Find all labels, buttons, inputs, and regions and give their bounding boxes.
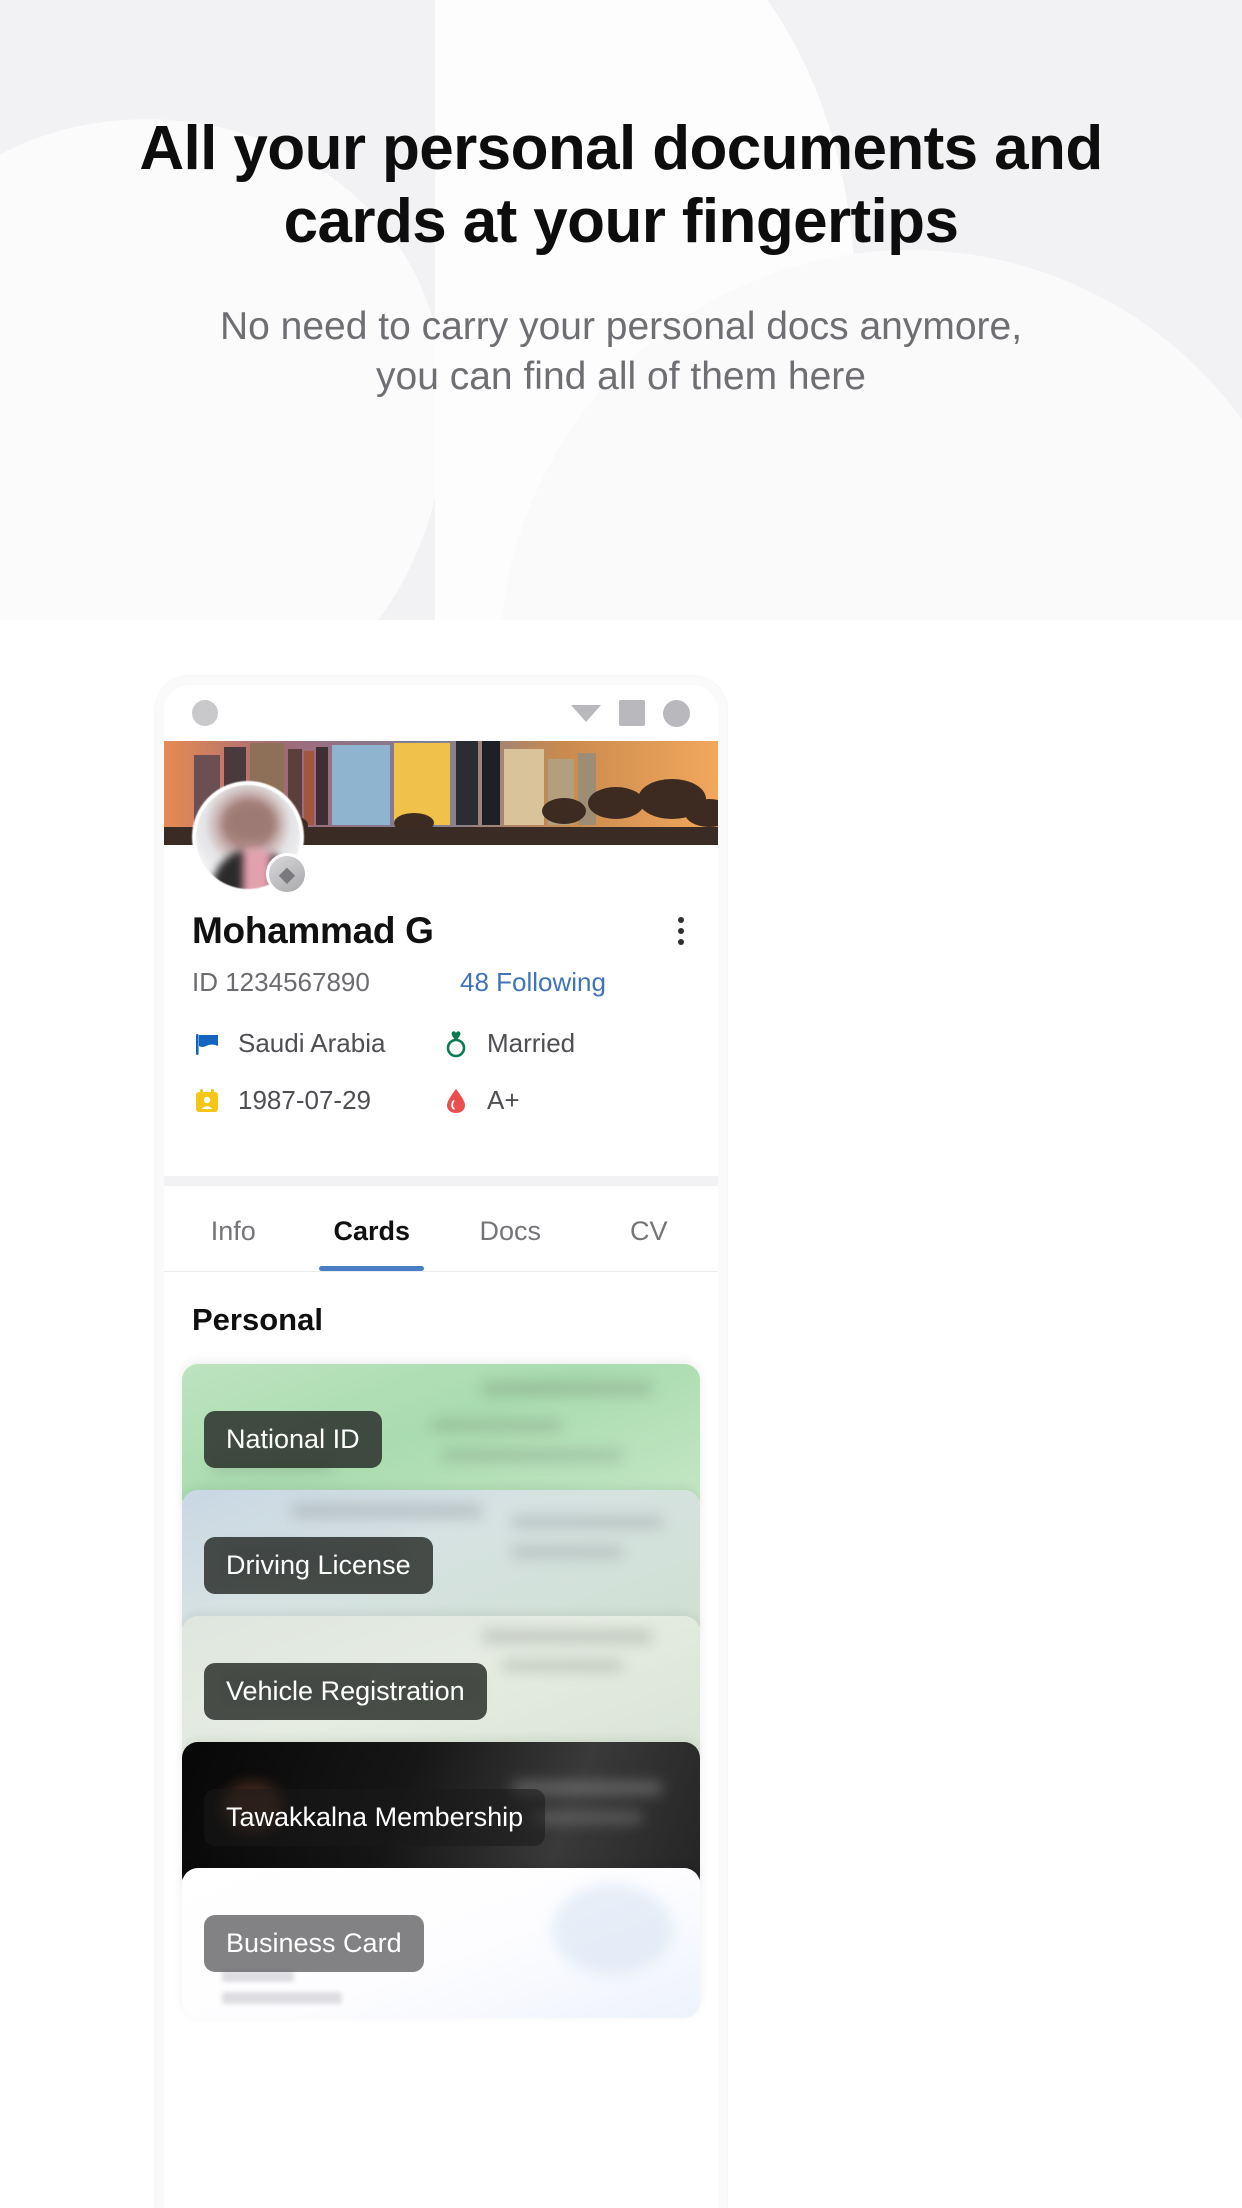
card-label: National ID — [204, 1410, 382, 1468]
profile-card: ◆ Mohammad G ID 1234567890 48 Following — [164, 781, 718, 1176]
blood-drop-icon — [441, 1086, 471, 1116]
section-heading: Personal — [192, 1302, 323, 1337]
following-link[interactable]: 48 Following — [460, 967, 606, 998]
placeholder-line — [222, 1970, 294, 1982]
card-label: Driving License — [204, 1536, 433, 1594]
card-label: Vehicle Registration — [204, 1662, 487, 1720]
kebab-menu-icon[interactable] — [672, 909, 690, 953]
camera-dot-icon — [192, 700, 218, 726]
tab-docs[interactable]: Docs — [441, 1186, 580, 1271]
fact-nationality: Saudi Arabia — [192, 1028, 441, 1059]
page-title: Mohammad G — [192, 910, 434, 951]
fact-row: 1987-07-29 A+ — [192, 1085, 690, 1116]
kebab-dot — [678, 928, 684, 934]
tab-cards[interactable]: Cards — [303, 1186, 442, 1271]
kebab-dot — [678, 939, 684, 945]
page-headline: All your personal documents and cards at… — [139, 114, 1103, 257]
circle-icon — [663, 699, 690, 727]
flag-icon — [192, 1029, 222, 1059]
tab-cv[interactable]: CV — [580, 1186, 719, 1271]
tab-bar: Info Cards Docs CV — [164, 1186, 718, 1272]
section-divider — [164, 1176, 718, 1186]
fact-label: Saudi Arabia — [238, 1028, 386, 1058]
id-row: ID 1234567890 48 Following — [164, 953, 718, 998]
tab-info[interactable]: Info — [164, 1186, 303, 1271]
calendar-person-icon — [192, 1086, 222, 1116]
avatar-face — [224, 801, 276, 843]
profile-id: ID 1234567890 — [192, 967, 370, 997]
page-subheadline: No need to carry your personal docs anym… — [219, 305, 1023, 399]
profile-facts: Saudi Arabia Married 1987-07-29 A+ — [164, 998, 718, 1116]
triangle-icon — [571, 704, 601, 722]
fact-marital-status: Married — [441, 1028, 690, 1059]
hero-text-block: All your personal documents and cards at… — [0, 0, 1242, 402]
status-bar-icons — [571, 699, 690, 727]
fact-row: Saudi Arabia Married — [192, 1028, 690, 1059]
fact-label: Married — [487, 1028, 576, 1058]
phone-mockup: ◆ Mohammad G ID 1234567890 48 Following — [155, 676, 727, 2208]
cards-section: Personal National ID Driving License Veh… — [164, 1272, 718, 2018]
phone-screen: ◆ Mohammad G ID 1234567890 48 Following — [164, 685, 718, 2208]
fact-birthdate: 1987-07-29 — [192, 1085, 441, 1116]
card-stack: National ID Driving License Vehicle Regi… — [164, 1364, 718, 2018]
kebab-dot — [678, 917, 684, 923]
status-bar — [164, 685, 718, 741]
promo-screenshot: All your personal documents and cards at… — [0, 0, 1242, 2208]
verified-badge-icon: ◆ — [266, 853, 308, 895]
card-business-card[interactable]: Business Card — [182, 1868, 700, 2018]
placeholder-line — [222, 1992, 342, 2004]
fact-label: 1987-07-29 — [238, 1085, 371, 1115]
avatar-wrapper[interactable]: ◆ — [192, 781, 308, 895]
ring-icon — [441, 1029, 471, 1059]
fact-blood-type: A+ — [441, 1085, 690, 1116]
card-label: Tawakkalna Membership — [204, 1788, 546, 1846]
square-icon — [619, 700, 645, 726]
card-label: Business Card — [204, 1914, 424, 1972]
fact-label: A+ — [487, 1085, 520, 1115]
